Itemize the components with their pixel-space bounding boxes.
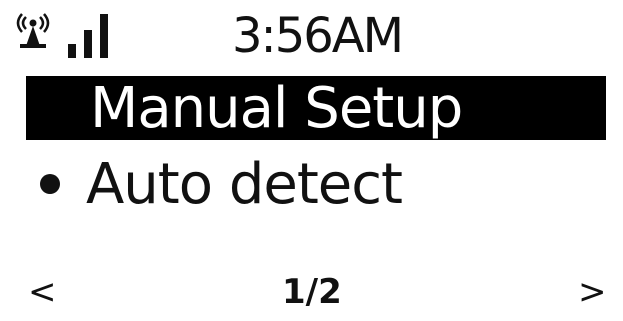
next-page-button[interactable]: > [578,270,607,314]
wifi-antenna-icon [16,13,50,48]
setup-menu: Manual Setup Auto detect [0,75,623,217]
page-indicator: 1/2 [282,272,342,312]
page-footer: < 1/2 > [0,270,623,314]
menu-item-auto-detect[interactable]: Auto detect [0,151,623,217]
menu-item-label: Manual Setup [90,75,463,141]
previous-page-button[interactable]: < [28,270,57,314]
signal-strength-bars-icon [68,14,108,58]
bullet-icon [40,174,60,194]
status-bar: 3:56AM [0,0,623,72]
menu-item-label: Auto detect [86,151,403,217]
menu-item-manual-setup[interactable]: Manual Setup [26,75,606,141]
clock-time: 3:56AM [232,8,404,64]
radio-display-screen: 3:56AM Manual Setup Auto detect < 1/2 > [0,0,623,321]
